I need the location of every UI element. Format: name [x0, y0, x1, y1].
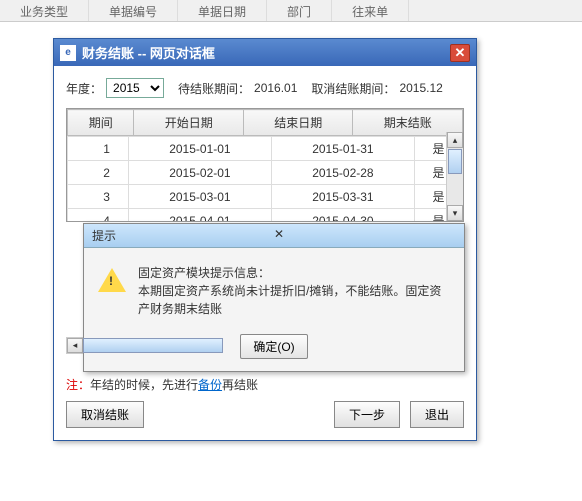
ie-icon: e: [60, 45, 76, 61]
next-button[interactable]: 下一步: [334, 401, 400, 428]
period-table: 期间 开始日期 结束日期 期末结账 12015-01-012015-01-31是: [66, 108, 464, 222]
vertical-scrollbar[interactable]: ▴ ▾: [446, 132, 463, 221]
scroll-up-icon[interactable]: ▴: [447, 132, 463, 148]
alert-line2: 本期固定资产系统尚未计提折旧/摊销，不能结账。固定资产财务期末结账: [138, 282, 450, 318]
dialog-title: 财务结账 -- 网页对话框: [82, 43, 450, 62]
close-icon[interactable]: ✕: [450, 44, 470, 62]
pending-value: 2016.01: [254, 81, 297, 95]
year-label: 年度：: [66, 80, 102, 97]
backup-link[interactable]: 备份: [198, 378, 222, 392]
header-tab[interactable]: 单据编号: [89, 0, 178, 21]
note-text: 注：年结的时候，先进行备份再结账: [66, 376, 464, 393]
alert-close-icon[interactable]: ✕: [274, 227, 456, 244]
scroll-down-icon[interactable]: ▾: [447, 205, 463, 221]
warning-icon: [98, 268, 126, 292]
scroll-thumb[interactable]: [448, 149, 462, 174]
table-row[interactable]: 42015-04-012015-04-30是: [68, 209, 463, 222]
table-row[interactable]: 32015-03-012015-03-31是: [68, 185, 463, 209]
cancel-period-label: 取消结账期间：: [311, 80, 395, 97]
cancel-close-button[interactable]: 取消结账: [66, 401, 144, 428]
scroll-left-icon[interactable]: ◂: [67, 338, 83, 353]
col-end[interactable]: 结束日期: [243, 110, 353, 136]
scroll-thumb[interactable]: [83, 338, 223, 353]
alert-line1: 固定资产模块提示信息：: [138, 264, 450, 282]
header-tab[interactable]: 往来单: [332, 0, 409, 21]
exit-button[interactable]: 退出: [410, 401, 464, 428]
table-row[interactable]: 22015-02-012015-02-28是: [68, 161, 463, 185]
col-start[interactable]: 开始日期: [134, 110, 244, 136]
header-tab[interactable]: 部门: [267, 0, 332, 21]
horizontal-scrollbar[interactable]: ◂ ▸: [66, 337, 464, 354]
col-period[interactable]: 期间: [68, 110, 134, 136]
pending-label: 待结账期间：: [178, 80, 250, 97]
year-select[interactable]: 2015: [106, 78, 164, 98]
header-tab[interactable]: 单据日期: [178, 0, 267, 21]
table-row[interactable]: 12015-01-012015-01-31是: [68, 137, 463, 161]
cancel-period-value: 2015.12: [399, 81, 442, 95]
finance-close-dialog: e 财务结账 -- 网页对话框 ✕ 年度： 2015 待结账期间： 2016.0…: [53, 38, 477, 441]
header-tab[interactable]: 业务类型: [0, 0, 89, 21]
alert-title: 提示: [92, 227, 274, 244]
